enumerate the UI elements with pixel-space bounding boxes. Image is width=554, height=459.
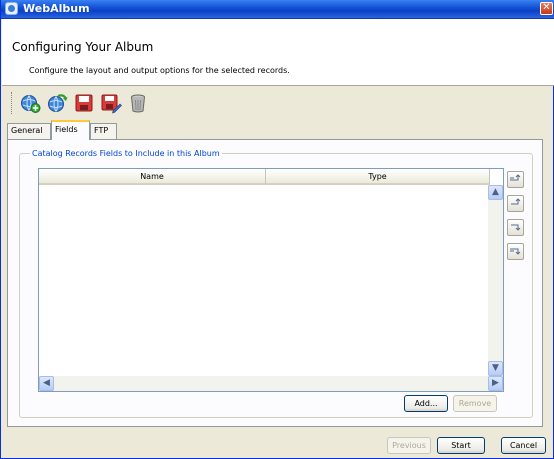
previous-button[interactable]: Previous — [387, 437, 431, 454]
move-bottom-icon — [510, 248, 521, 255]
globe-refresh-icon[interactable] — [46, 92, 68, 114]
scroll-up-button[interactable]: ▲ — [488, 185, 503, 200]
column-header-type[interactable]: Type — [266, 169, 490, 185]
wizard-header: Configuring Your Album Configure the lay… — [2, 19, 554, 86]
move-down-button[interactable] — [507, 219, 524, 236]
move-top-icon — [510, 174, 521, 181]
trash-icon[interactable] — [127, 92, 149, 114]
fields-tab-panel: Catalog Records Fields to Include in thi… — [7, 139, 543, 427]
column-header-name[interactable]: Name — [39, 169, 266, 185]
window-title: WebAlbum — [23, 2, 90, 15]
save-icon[interactable] — [73, 92, 95, 114]
fields-table[interactable]: Name Type ▲ ▼ ◀ ▶ — [38, 168, 504, 392]
page-title: Configuring Your Album — [12, 40, 154, 54]
app-icon — [5, 2, 18, 15]
scroll-left-button[interactable]: ◀ — [39, 376, 54, 391]
tab-fields[interactable]: Fields — [51, 120, 90, 140]
globe-add-icon[interactable] — [19, 92, 41, 114]
webalbum-window: WebAlbum ✕ Configuring Your Album Config… — [0, 0, 554, 459]
scroll-down-button[interactable]: ▼ — [488, 361, 503, 376]
title-bar[interactable]: WebAlbum ✕ — [1, 0, 554, 19]
start-button[interactable]: Start — [437, 437, 485, 454]
add-field-button[interactable]: Add... — [404, 395, 448, 412]
move-down-icon — [511, 224, 521, 231]
close-button[interactable]: ✕ — [540, 2, 553, 15]
toolbar-grip — [11, 92, 15, 114]
scroll-right-button[interactable]: ▶ — [488, 376, 503, 391]
page-subtitle: Configure the layout and output options … — [29, 66, 290, 75]
tab-ftp[interactable]: FTP — [90, 123, 117, 139]
fields-group-legend: Catalog Records Fields to Include in thi… — [30, 148, 222, 159]
horizontal-scrollbar[interactable]: ◀ ▶ — [39, 376, 503, 391]
move-up-button[interactable] — [507, 195, 524, 212]
move-up-icon — [511, 198, 521, 205]
vertical-scrollbar[interactable]: ▲ ▼ — [488, 185, 503, 376]
save-as-icon[interactable] — [100, 92, 122, 114]
move-bottom-button[interactable] — [507, 243, 524, 260]
move-top-button[interactable] — [507, 171, 524, 188]
fields-group: Catalog Records Fields to Include in thi… — [19, 148, 533, 418]
remove-field-button[interactable]: Remove — [453, 395, 497, 412]
tab-general[interactable]: General — [7, 123, 51, 139]
cancel-button[interactable]: Cancel — [501, 437, 546, 454]
